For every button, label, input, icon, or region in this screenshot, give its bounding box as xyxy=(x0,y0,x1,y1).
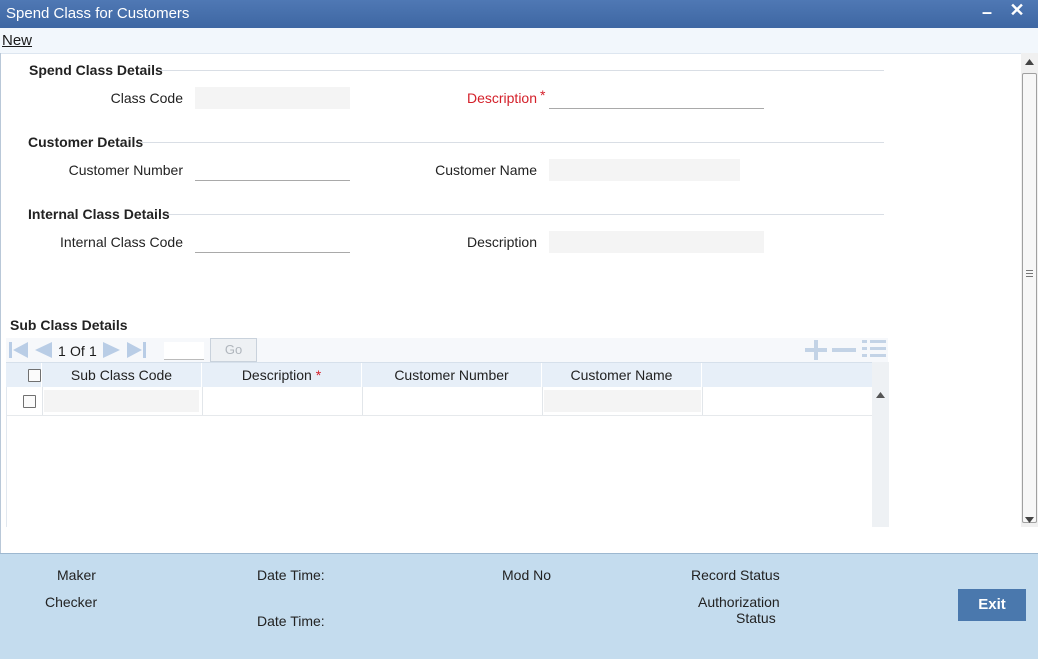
internal-class-code-label: Internal Class Code xyxy=(60,234,183,250)
column-header-description[interactable]: Description * xyxy=(202,367,361,383)
next-page-icon[interactable] xyxy=(101,340,123,360)
grid-scrollbar[interactable] xyxy=(872,362,889,527)
scroll-up-icon[interactable] xyxy=(1025,59,1034,65)
checker-label: Checker xyxy=(45,594,98,610)
required-marker: * xyxy=(540,87,546,103)
description-cell[interactable] xyxy=(204,390,359,412)
select-all-checkbox[interactable] xyxy=(28,369,41,382)
last-page-icon[interactable] xyxy=(125,340,147,360)
pager-total: 1 xyxy=(89,343,97,359)
record-status-label: Record Status xyxy=(691,567,780,583)
customer-number-label: Customer Number xyxy=(68,162,183,178)
audit-footer: Maker Checker Date Time: Date Time: Mod … xyxy=(0,553,1038,659)
column-header-customer-name[interactable]: Customer Name xyxy=(542,367,701,383)
exit-button[interactable]: Exit xyxy=(958,589,1026,621)
description-label: Description xyxy=(466,90,537,106)
column-header-customer-number[interactable]: Customer Number xyxy=(362,367,541,383)
section-divider xyxy=(160,70,884,71)
customer-name-label: Customer Name xyxy=(435,162,537,178)
section-divider xyxy=(142,142,884,143)
previous-page-icon[interactable] xyxy=(32,340,54,360)
customer-number-field[interactable] xyxy=(195,159,350,181)
required-marker: * xyxy=(315,367,322,383)
row-checkbox[interactable] xyxy=(23,395,36,408)
toolbar: New xyxy=(0,28,1038,54)
close-icon[interactable]: ✕ xyxy=(1006,0,1028,24)
checker-date-time-label: Date Time: xyxy=(257,613,325,629)
sub-class-section-title: Sub Class Details xyxy=(10,317,128,333)
column-separator xyxy=(542,387,543,415)
minimize-icon[interactable]: – xyxy=(978,2,996,24)
internal-description-label: Description xyxy=(466,234,537,250)
internal-description-field[interactable] xyxy=(549,231,764,253)
column-header-description-label: Description xyxy=(241,367,312,383)
sub-class-code-cell[interactable] xyxy=(44,390,199,412)
go-button[interactable]: Go xyxy=(210,338,257,362)
description-field[interactable] xyxy=(549,87,764,109)
column-header-sub-class-code[interactable]: Sub Class Code xyxy=(42,367,201,383)
pager-current: 1 xyxy=(58,343,66,359)
grid-body xyxy=(6,387,873,527)
single-view-icon[interactable] xyxy=(861,338,887,360)
column-separator xyxy=(42,387,43,415)
class-code-field[interactable] xyxy=(195,87,350,109)
maker-date-time-label: Date Time: xyxy=(257,567,325,583)
scroll-down-icon[interactable] xyxy=(1025,517,1034,523)
customer-name-field[interactable] xyxy=(549,159,740,181)
new-link[interactable]: New xyxy=(2,32,32,49)
first-page-icon[interactable] xyxy=(8,340,30,360)
column-separator xyxy=(202,387,203,415)
customer-section-title: Customer Details xyxy=(28,134,144,150)
column-separator xyxy=(702,387,703,415)
customer-name-cell[interactable] xyxy=(544,390,701,412)
internal-class-section-title: Internal Class Details xyxy=(28,206,170,222)
maker-label: Maker xyxy=(57,567,96,583)
grid-toolbar: 1 Of 1 Go xyxy=(6,338,888,362)
table-row xyxy=(7,387,873,416)
window-title: Spend Class for Customers xyxy=(6,5,190,22)
grid-header: Sub Class Code Description * Customer Nu… xyxy=(6,362,872,388)
mod-no-label: Mod No xyxy=(502,567,552,583)
grip-icon xyxy=(1026,270,1033,277)
page-number-input[interactable] xyxy=(164,342,204,360)
pager-of-label: Of xyxy=(70,343,85,359)
window-title-bar: Spend Class for Customers – ✕ xyxy=(0,0,1038,28)
authorization-status-label: Status xyxy=(736,610,776,626)
scroll-up-icon[interactable] xyxy=(876,392,885,398)
scroll-thumb[interactable] xyxy=(1022,73,1037,523)
page-scrollbar[interactable] xyxy=(1021,53,1038,527)
delete-row-icon[interactable] xyxy=(831,340,857,360)
spend-class-section-title: Spend Class Details xyxy=(29,62,163,78)
customer-number-cell[interactable] xyxy=(364,390,539,412)
authorization-label: Authorization xyxy=(698,594,780,610)
column-separator xyxy=(701,363,702,387)
column-separator xyxy=(362,387,363,415)
internal-class-code-field[interactable] xyxy=(195,231,350,253)
add-row-icon[interactable] xyxy=(804,340,828,360)
section-divider xyxy=(168,214,884,215)
class-code-label: Class Code xyxy=(110,90,183,106)
